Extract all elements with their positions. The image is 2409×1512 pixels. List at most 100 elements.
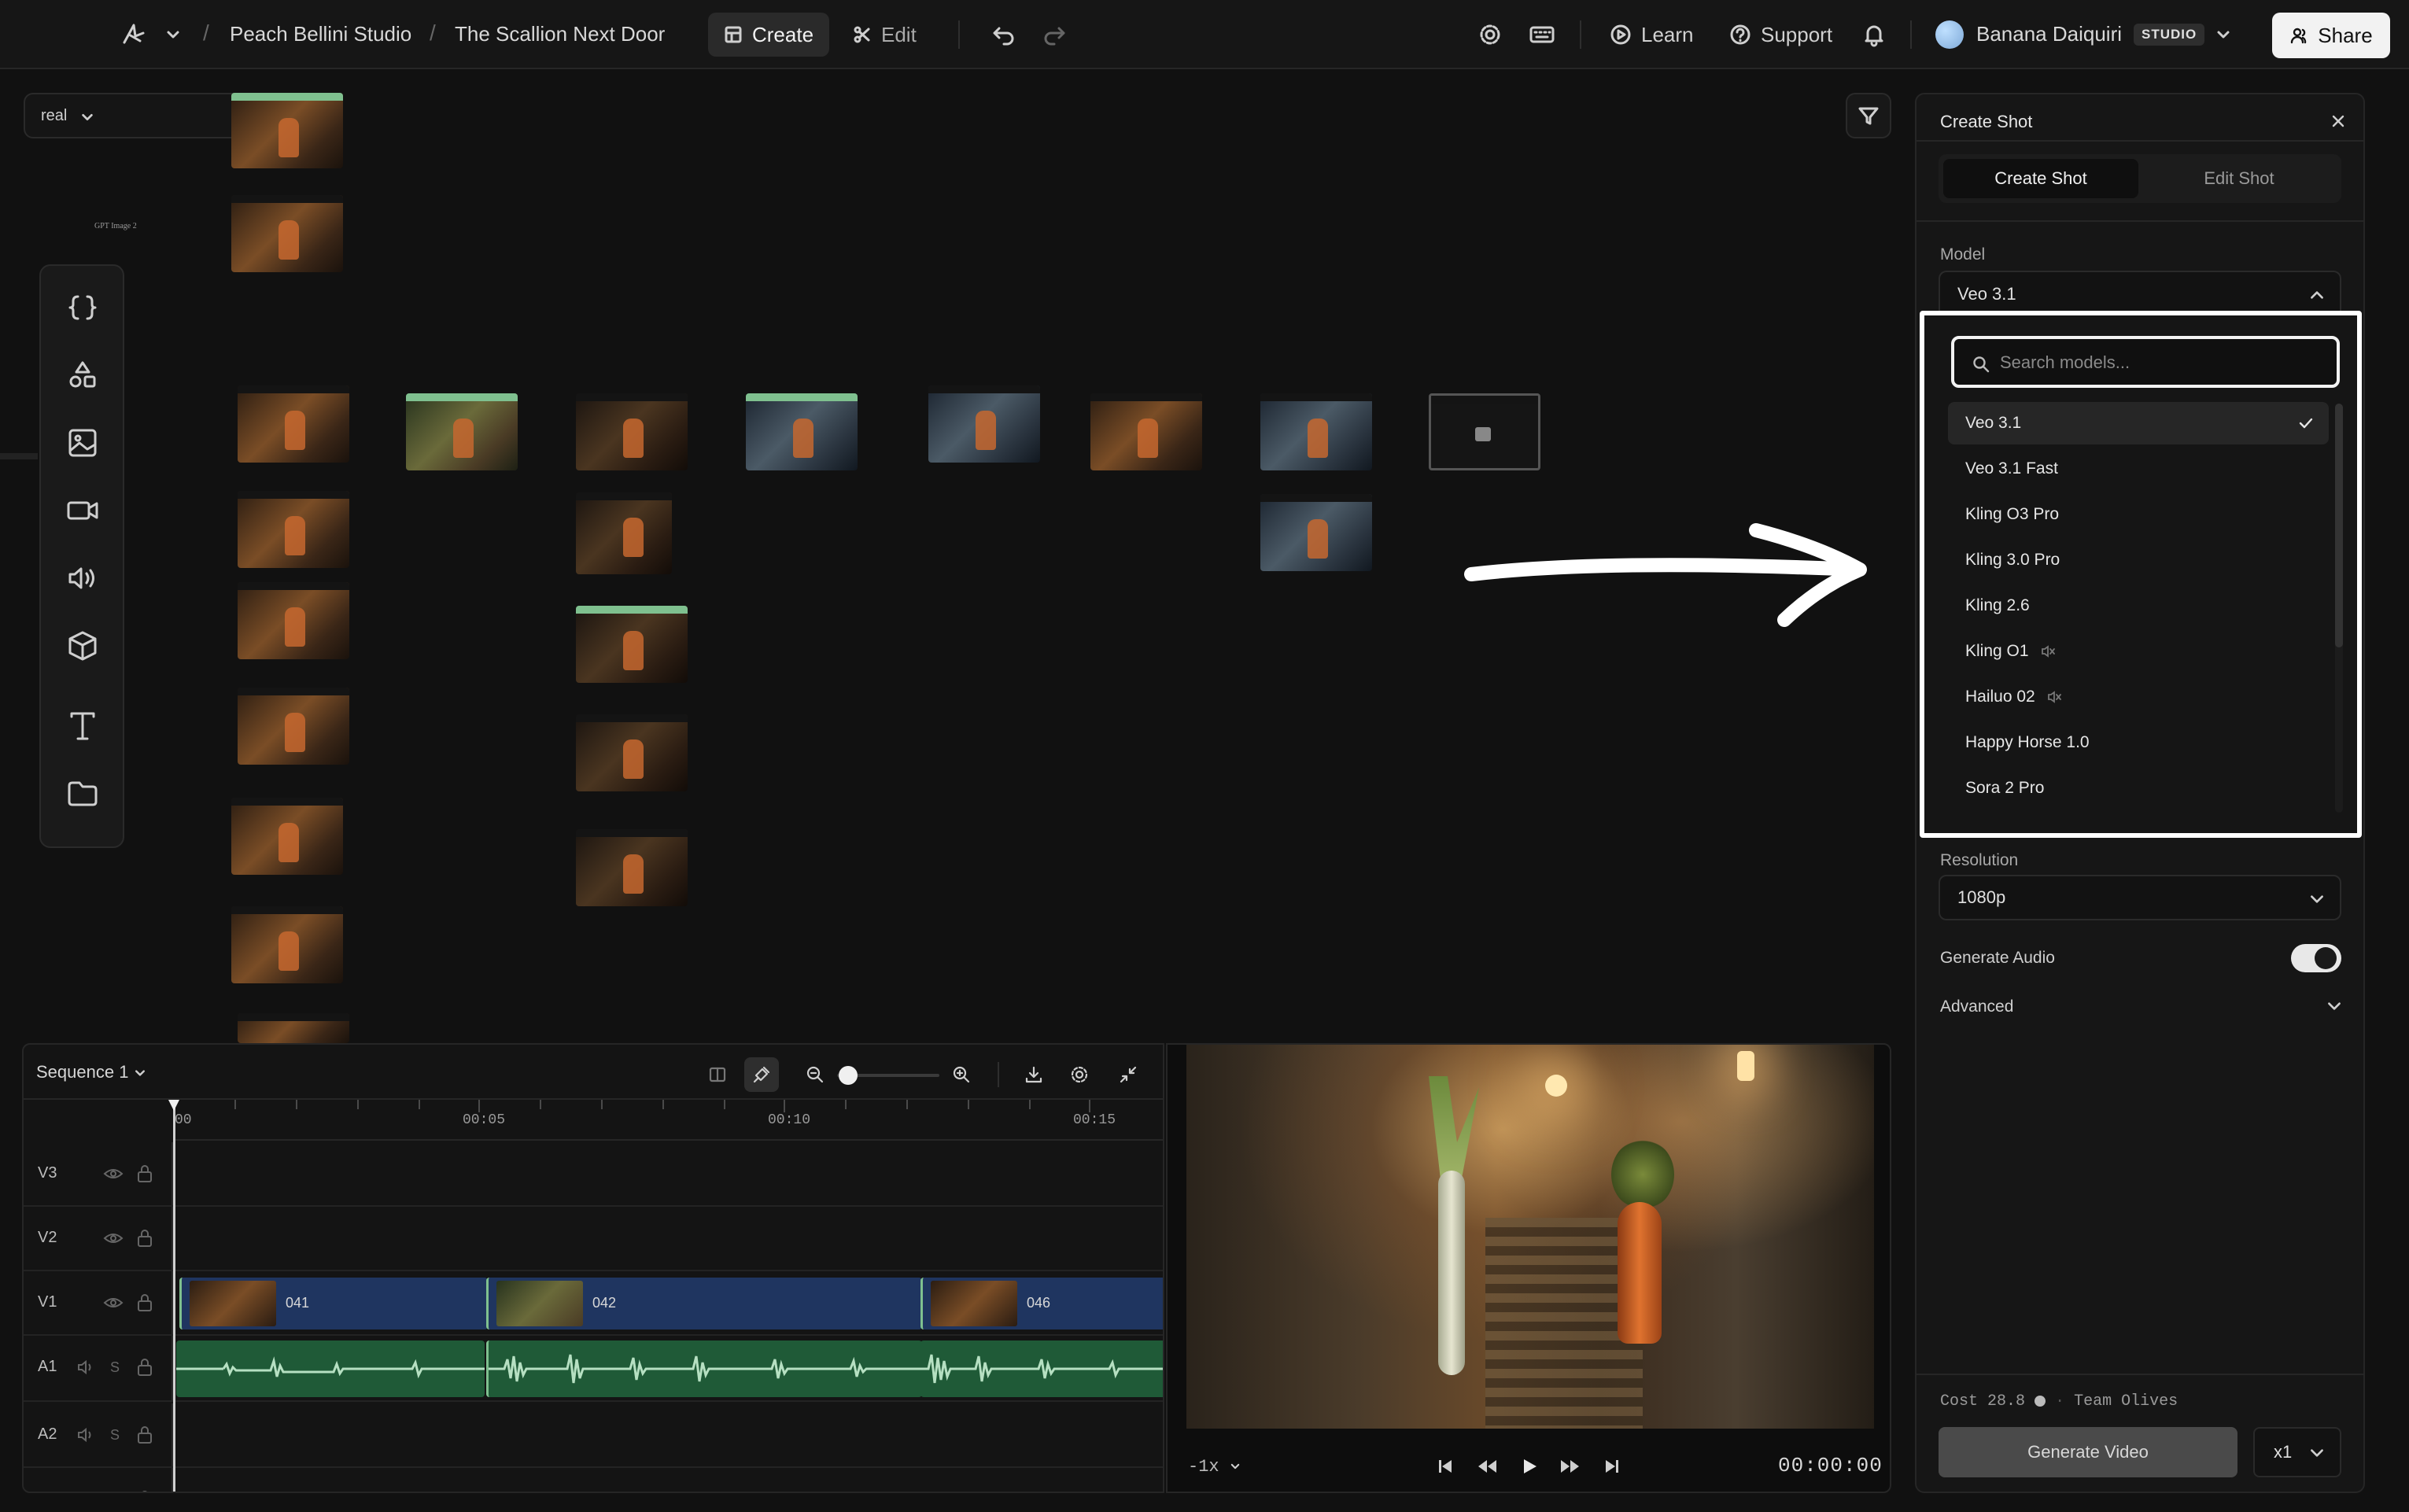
- lock-icon[interactable]: [134, 1292, 156, 1314]
- settings-gear-icon[interactable]: [1062, 1057, 1097, 1092]
- scrollbar-thumb[interactable]: [2335, 404, 2343, 647]
- chevron-down-icon[interactable]: [2215, 27, 2231, 42]
- fast-forward-icon[interactable]: [1555, 1451, 1586, 1482]
- chevron-down-icon[interactable]: [165, 27, 181, 42]
- shot-node[interactable]: [231, 798, 343, 875]
- model-option-happy-horse-1-0[interactable]: Happy Horse 1.0: [1948, 721, 2329, 764]
- shapes-icon[interactable]: [58, 351, 107, 400]
- shot-node[interactable]: [238, 385, 349, 463]
- rewind-icon[interactable]: [1471, 1451, 1503, 1482]
- speaker-icon[interactable]: [76, 1488, 98, 1492]
- audio-clip[interactable]: [920, 1341, 1163, 1397]
- solo-toggle[interactable]: S: [110, 1427, 120, 1444]
- eye-icon[interactable]: [102, 1227, 124, 1249]
- edit-mode-button[interactable]: Edit: [837, 13, 932, 57]
- speaker-icon[interactable]: [58, 554, 107, 603]
- playback-speed-select[interactable]: -1x: [1188, 1457, 1241, 1477]
- magnet-snap-icon[interactable]: [744, 1057, 779, 1092]
- bell-icon[interactable]: [1860, 20, 1888, 49]
- sequence-select[interactable]: Sequence 1: [36, 1062, 146, 1082]
- resolution-select[interactable]: 1080p: [1939, 875, 2341, 920]
- model-search-box[interactable]: [1951, 336, 2340, 388]
- app-logo-icon[interactable]: [118, 19, 149, 50]
- close-icon[interactable]: [2329, 112, 2348, 131]
- shot-node[interactable]: [576, 492, 672, 574]
- breadcrumb-workspace[interactable]: Peach Bellini Studio: [230, 22, 411, 46]
- video-clip[interactable]: 046: [920, 1278, 1163, 1329]
- speaker-icon[interactable]: [76, 1356, 98, 1378]
- folder-icon[interactable]: [58, 769, 107, 818]
- skip-start-icon[interactable]: [1430, 1451, 1462, 1482]
- model-search-input[interactable]: [2000, 347, 2330, 378]
- shot-node[interactable]: [238, 491, 349, 568]
- code-braces-icon[interactable]: [58, 283, 107, 332]
- shot-node[interactable]: [231, 195, 343, 272]
- speaker-icon[interactable]: [76, 1424, 98, 1446]
- play-icon[interactable]: [1514, 1451, 1545, 1482]
- chevron-down-icon[interactable]: [2326, 998, 2343, 1015]
- collapse-icon[interactable]: [1111, 1057, 1145, 1092]
- download-icon[interactable]: [1016, 1057, 1051, 1092]
- video-camera-icon[interactable]: [58, 486, 107, 535]
- eye-icon[interactable]: [102, 1163, 124, 1185]
- time-ruler[interactable]: 00 00:05 00:10 00:15: [173, 1100, 1163, 1141]
- model-option-kling-2-6[interactable]: Kling 2.6: [1948, 585, 2329, 627]
- batch-multiplier-select[interactable]: x1: [2253, 1427, 2341, 1477]
- share-button[interactable]: Share: [2272, 13, 2390, 58]
- shot-node[interactable]: [576, 393, 688, 470]
- redo-icon[interactable]: [1040, 20, 1068, 49]
- filter-button[interactable]: [1846, 93, 1891, 138]
- audio-clip[interactable]: [486, 1341, 922, 1397]
- shot-node[interactable]: [1260, 393, 1372, 470]
- image-icon[interactable]: [58, 419, 107, 467]
- shot-node[interactable]: [746, 393, 858, 470]
- zoom-slider-handle[interactable]: [839, 1066, 858, 1085]
- video-clip[interactable]: 042: [486, 1278, 922, 1329]
- keyboard-icon[interactable]: [1528, 20, 1556, 49]
- zoom-out-icon[interactable]: [798, 1057, 832, 1092]
- learn-button[interactable]: Learn: [1594, 13, 1710, 57]
- shot-node[interactable]: [238, 1013, 349, 1043]
- lock-icon[interactable]: [134, 1424, 156, 1446]
- model-option-sora-2-pro[interactable]: Sora 2 Pro: [1948, 767, 2329, 809]
- undo-icon[interactable]: [990, 20, 1018, 49]
- shot-node[interactable]: [576, 606, 688, 683]
- lock-icon[interactable]: [134, 1163, 156, 1185]
- solo-toggle[interactable]: S: [110, 1492, 120, 1493]
- video-clip[interactable]: 041: [179, 1278, 488, 1329]
- model-option-veo-3-1-fast[interactable]: Veo 3.1 Fast: [1948, 448, 2329, 490]
- empty-shot-node[interactable]: [1429, 393, 1540, 470]
- user-avatar[interactable]: [1935, 20, 1964, 49]
- eye-icon[interactable]: [102, 1292, 124, 1314]
- create-mode-button[interactable]: Create: [708, 13, 830, 57]
- settings-gear-icon[interactable]: [1476, 20, 1504, 49]
- shot-node[interactable]: [231, 93, 343, 168]
- model-option-kling-3-0-pro[interactable]: Kling 3.0 Pro: [1948, 539, 2329, 581]
- skip-end-icon[interactable]: [1596, 1451, 1627, 1482]
- support-button[interactable]: Support: [1714, 13, 1848, 57]
- lock-icon[interactable]: [134, 1488, 156, 1492]
- shot-node[interactable]: [1090, 393, 1202, 470]
- model-option-veo-3-1[interactable]: Veo 3.1: [1948, 402, 2329, 444]
- lock-icon[interactable]: [134, 1356, 156, 1378]
- playhead[interactable]: [173, 1100, 175, 1492]
- shot-node[interactable]: [238, 688, 349, 765]
- tab-create-shot[interactable]: Create Shot: [1943, 159, 2138, 198]
- tab-edit-shot[interactable]: Edit Shot: [2142, 159, 2337, 198]
- audio-clip[interactable]: [176, 1341, 485, 1397]
- model-select[interactable]: Veo 3.1: [1939, 271, 2341, 316]
- shot-node[interactable]: [928, 385, 1040, 463]
- zoom-in-icon[interactable]: [944, 1057, 979, 1092]
- user-name[interactable]: Banana Daiquiri: [1976, 22, 2122, 46]
- shot-node[interactable]: [1260, 494, 1372, 571]
- text-tool-icon[interactable]: [58, 702, 107, 750]
- shot-node[interactable]: [238, 582, 349, 659]
- model-option-kling-o3-pro[interactable]: Kling O3 Pro: [1948, 493, 2329, 536]
- shot-node[interactable]: [406, 393, 518, 470]
- shot-node[interactable]: [576, 714, 688, 791]
- split-view-icon[interactable]: [700, 1057, 735, 1092]
- cube-icon[interactable]: [58, 621, 107, 670]
- shot-node[interactable]: [576, 829, 688, 906]
- lock-icon[interactable]: [134, 1227, 156, 1249]
- info-icon[interactable]: [2035, 1395, 2046, 1407]
